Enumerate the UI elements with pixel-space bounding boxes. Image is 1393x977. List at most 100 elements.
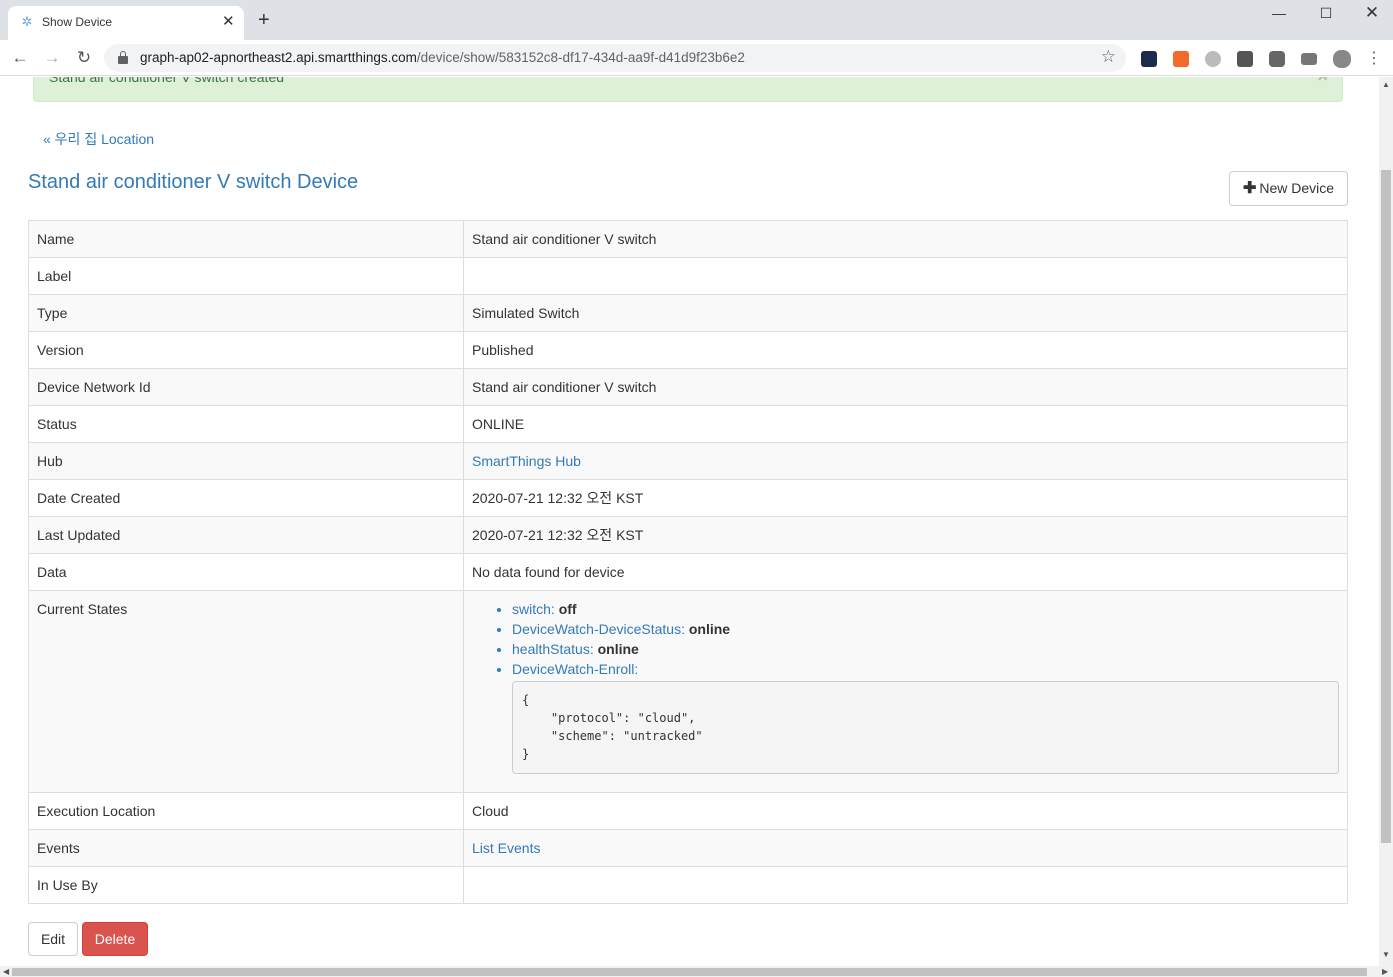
row-label: Execution Location xyxy=(28,792,464,830)
table-row: Hub SmartThings Hub xyxy=(28,442,1348,480)
row-value: Stand air conditioner V switch xyxy=(463,368,1348,406)
url-path: /device/show/583152c8-df17-434d-aa9f-d41… xyxy=(416,50,745,65)
row-value: Simulated Switch xyxy=(463,294,1348,332)
row-value: No data found for device xyxy=(463,553,1348,591)
row-value: Stand air conditioner V switch xyxy=(463,220,1348,258)
table-row: Name Stand air conditioner V switch xyxy=(28,220,1348,258)
bookmark-star-icon[interactable]: ☆ xyxy=(1101,47,1116,67)
alert-close-icon[interactable]: × xyxy=(1317,77,1328,87)
table-row: Current States switch: off DeviceWatch-D… xyxy=(28,590,1348,793)
table-row: Type Simulated Switch xyxy=(28,294,1348,332)
enroll-json-item: { "protocol": "cloud", "scheme": "untrac… xyxy=(512,681,1339,774)
table-row: Version Published xyxy=(28,331,1348,369)
row-label: Label xyxy=(28,257,464,295)
state-value: off xyxy=(558,601,577,617)
row-label: Device Network Id xyxy=(28,368,464,406)
tab-close-icon[interactable]: ✕ xyxy=(222,12,235,32)
lock-icon xyxy=(118,51,128,64)
list-events-link[interactable]: List Events xyxy=(472,840,540,856)
new-tab-icon[interactable]: + xyxy=(258,10,270,30)
alert-text: Stand air conditioner V switch created xyxy=(49,77,285,85)
table-row: Data No data found for device xyxy=(28,553,1348,591)
back-arrow-icon[interactable]: ← xyxy=(8,46,32,70)
vertical-scrollbar[interactable]: ▲ ▼ xyxy=(1379,77,1393,966)
state-value: online xyxy=(688,621,731,637)
url-text[interactable]: graph-ap02-apnortheast2.api.smartthings.… xyxy=(140,50,745,65)
back-to-location-link[interactable]: « 우리 집 Location xyxy=(43,129,154,149)
browser-tab-bar: ✲ Show Device ✕ + — ☐ ✕ xyxy=(0,0,1393,40)
browser-tab[interactable]: ✲ Show Device ✕ xyxy=(8,6,244,40)
horizontal-scrollbar[interactable]: ◀ ▶ xyxy=(0,966,1393,977)
table-row: Execution Location Cloud xyxy=(28,792,1348,830)
current-states-cell: switch: off DeviceWatch-DeviceStatus: on… xyxy=(463,590,1348,793)
extension-orange-icon[interactable] xyxy=(1173,51,1189,67)
browser-menu-icon[interactable]: ⋮ xyxy=(1366,48,1382,68)
row-label: Type xyxy=(28,294,464,332)
state-name-link[interactable]: DeviceWatch-DeviceStatus xyxy=(512,621,681,637)
row-label: Hub xyxy=(28,442,464,480)
extension-dark-icon[interactable] xyxy=(1141,51,1157,67)
row-label: Date Created xyxy=(28,479,464,517)
window-close-icon[interactable]: ✕ xyxy=(1349,0,1393,28)
minimize-icon[interactable]: — xyxy=(1256,0,1302,28)
device-details-table: Name Stand air conditioner V switch Labe… xyxy=(28,220,1348,904)
reload-icon[interactable]: ↻ xyxy=(72,46,96,70)
new-device-label: New Device xyxy=(1259,180,1335,196)
row-value: Cloud xyxy=(463,792,1348,830)
row-value: 2020-07-21 12:32 오전 KST xyxy=(463,516,1348,554)
table-row: Device Network Id Stand air conditioner … xyxy=(28,368,1348,406)
scroll-down-icon[interactable]: ▼ xyxy=(1382,950,1390,959)
row-label: Last Updated xyxy=(28,516,464,554)
success-alert: Stand air conditioner V switch created × xyxy=(33,77,1343,102)
url-host: graph-ap02-apnortheast2.api.smartthings.… xyxy=(140,50,417,65)
scroll-right-icon[interactable]: ▶ xyxy=(1382,966,1388,977)
enroll-json-block: { "protocol": "cloud", "scheme": "untrac… xyxy=(512,681,1339,774)
state-name-link[interactable]: DeviceWatch-Enroll xyxy=(512,661,634,677)
delete-button[interactable]: Delete xyxy=(82,922,148,956)
row-label: Version xyxy=(28,331,464,369)
extension-cloud-icon[interactable] xyxy=(1205,51,1221,67)
maximize-icon[interactable]: ☐ xyxy=(1303,0,1349,28)
page-title: Stand air conditioner V switch Device xyxy=(28,171,359,193)
address-bar[interactable]: graph-ap02-apnortheast2.api.smartthings.… xyxy=(104,44,1126,72)
row-value: Published xyxy=(463,331,1348,369)
row-value xyxy=(463,866,1348,904)
row-value: SmartThings Hub xyxy=(463,442,1348,480)
state-name-link[interactable]: switch xyxy=(512,601,551,617)
table-row: Date Created 2020-07-21 12:32 오전 KST xyxy=(28,479,1348,517)
hub-link[interactable]: SmartThings Hub xyxy=(472,453,581,469)
row-value: 2020-07-21 12:32 오전 KST xyxy=(463,479,1348,517)
scroll-up-icon[interactable]: ▲ xyxy=(1382,80,1390,89)
reading-list-icon[interactable] xyxy=(1301,53,1317,65)
extensions-puzzle-icon[interactable] xyxy=(1269,51,1285,67)
scroll-left-icon[interactable]: ◀ xyxy=(3,966,9,977)
list-item: DeviceWatch-DeviceStatus: online xyxy=(512,619,1339,639)
edit-button[interactable]: Edit xyxy=(28,922,78,956)
row-label: Data xyxy=(28,553,464,591)
vertical-scroll-thumb[interactable] xyxy=(1381,170,1391,843)
row-label: Current States xyxy=(28,590,464,793)
row-label: Name xyxy=(28,220,464,258)
row-value: List Events xyxy=(463,829,1348,867)
profile-avatar-icon[interactable] xyxy=(1333,50,1351,68)
row-value: ONLINE xyxy=(463,405,1348,443)
browser-toolbar: ← → ↻ graph-ap02-apnortheast2.api.smartt… xyxy=(0,40,1393,76)
snowflake-favicon-icon: ✲ xyxy=(21,14,33,29)
row-label: Status xyxy=(28,405,464,443)
table-row: Label xyxy=(28,257,1348,295)
tab-title: Show Device xyxy=(42,15,113,29)
forward-arrow-icon[interactable]: → xyxy=(40,46,64,70)
row-label: Events xyxy=(28,829,464,867)
state-name-link[interactable]: healthStatus xyxy=(512,641,590,657)
extension-info-icon[interactable] xyxy=(1237,51,1253,67)
row-label: In Use By xyxy=(28,866,464,904)
row-value xyxy=(463,257,1348,295)
page-viewport: Stand air conditioner V switch created ×… xyxy=(0,77,1379,966)
horizontal-scroll-thumb[interactable] xyxy=(12,968,1367,976)
list-item: healthStatus: online xyxy=(512,639,1339,659)
new-device-button[interactable]: ✚ New Device xyxy=(1229,171,1348,206)
current-states-list: switch: off DeviceWatch-DeviceStatus: on… xyxy=(472,591,1339,792)
table-row: Events List Events xyxy=(28,829,1348,867)
list-item: DeviceWatch-Enroll: xyxy=(512,659,1339,679)
table-row: In Use By xyxy=(28,866,1348,904)
